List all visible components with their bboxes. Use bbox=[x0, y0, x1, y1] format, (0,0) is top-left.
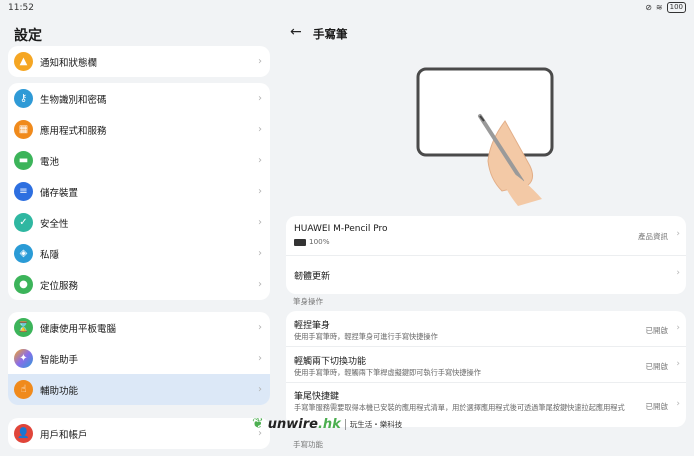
hourglass-icon: ⌛ bbox=[14, 318, 33, 337]
settings-group-1: ▲ 通知和狀態欄 › bbox=[8, 46, 270, 77]
stylus-illustration bbox=[416, 67, 554, 206]
option-status: 已開啟 bbox=[645, 362, 669, 371]
settings-group-2: ⚷ 生物識別和密碼 › ▦ 應用程式和服務 › ▬ 電池 › ≡ 儲存裝置 › … bbox=[8, 83, 270, 300]
chevron-right-icon: › bbox=[258, 186, 262, 197]
chevron-right-icon: › bbox=[258, 384, 262, 395]
watermark-tagline: 玩生活・樂科技 bbox=[344, 418, 402, 430]
sidebar-item-location[interactable]: ● 定位服務 › bbox=[8, 269, 270, 300]
chevron-right-icon: › bbox=[676, 399, 680, 409]
battery-icon: ▬ bbox=[14, 151, 33, 170]
bell-icon: ▲ bbox=[14, 52, 33, 71]
watermark-logo: ❦ unwire.hk 玩生活・樂科技 bbox=[252, 416, 402, 432]
apps-icon: ▦ bbox=[14, 120, 33, 139]
sidebar-item-apps[interactable]: ▦ 應用程式和服務 › bbox=[8, 114, 270, 145]
chevron-right-icon: › bbox=[258, 353, 262, 364]
sidebar-item-label: 儲存裝置 bbox=[40, 187, 79, 199]
option-status: 已開啟 bbox=[645, 402, 669, 411]
status-time: 11:52 bbox=[8, 3, 34, 13]
sidebar-item-label: 私隱 bbox=[40, 249, 60, 261]
chevron-right-icon: › bbox=[258, 279, 262, 290]
firmware-update-row[interactable]: 韌體更新 › bbox=[286, 256, 686, 294]
sidebar-item-label: 用戶和帳戶 bbox=[40, 429, 88, 441]
battery-indicator: 100 bbox=[666, 2, 686, 13]
chevron-right-icon: › bbox=[258, 124, 262, 135]
chevron-right-icon: › bbox=[258, 56, 262, 67]
battery-icon bbox=[294, 238, 306, 246]
leaf-icon: ❦ bbox=[252, 416, 264, 432]
chevron-right-icon: › bbox=[676, 323, 680, 333]
sidebar-item-label: 通知和狀態欄 bbox=[40, 57, 98, 69]
hand-icon: ☝ bbox=[14, 380, 33, 399]
storage-icon: ≡ bbox=[14, 182, 33, 201]
chevron-right-icon: › bbox=[258, 155, 262, 166]
chevron-right-icon: › bbox=[258, 217, 262, 228]
sidebar-item-accounts[interactable]: 👤 用戶和帳戶 › bbox=[8, 418, 270, 449]
option-status: 已開啟 bbox=[645, 326, 669, 335]
sidebar-item-security[interactable]: ✓ 安全性 › bbox=[8, 207, 270, 238]
option-description: 使用手寫筆時，輕捏筆身可進行手寫快捷操作 bbox=[294, 332, 438, 341]
sidebar-item-label: 安全性 bbox=[40, 218, 69, 230]
watermark-domain: .hk bbox=[317, 416, 341, 432]
page-title: 手寫筆 bbox=[313, 27, 348, 41]
privacy-icon: ◈ bbox=[14, 244, 33, 263]
option-title: 筆尾快捷鍵 bbox=[294, 392, 340, 402]
location-icon: ● bbox=[14, 275, 33, 294]
settings-group-3: ⌛ 健康使用平板電腦 › ✦ 智能助手 › ☝ 輔助功能 › bbox=[8, 312, 270, 405]
device-info-row[interactable]: HUAWEI M-Pencil Pro 100% 產品資訊 › bbox=[286, 216, 686, 256]
settings-group-4: 👤 用戶和帳戶 › bbox=[8, 418, 270, 449]
settings-sidebar: 設定 ▲ 通知和狀態欄 › ⚷ 生物識別和密碼 › ▦ 應用程式和服務 › ▬ … bbox=[0, 16, 278, 456]
back-arrow-icon[interactable]: ← bbox=[290, 24, 302, 40]
sidebar-item-storage[interactable]: ≡ 儲存裝置 › bbox=[8, 176, 270, 207]
sidebar-item-notifications[interactable]: ▲ 通知和狀態欄 › bbox=[8, 46, 270, 77]
sidebar-item-assistant[interactable]: ✦ 智能助手 › bbox=[8, 343, 270, 374]
double-tap-row[interactable]: 輕觸兩下切換功能 使用手寫筆時，輕觸兩下筆桿虛擬鍵即可執行手寫快捷操作 已開啟 … bbox=[286, 347, 686, 383]
wifi-icon: ≋ bbox=[655, 3, 663, 12]
page-title: 設定 bbox=[14, 28, 42, 44]
user-icon: 👤 bbox=[14, 424, 33, 443]
sidebar-item-battery[interactable]: ▬ 電池 › bbox=[8, 145, 270, 176]
option-description: 手寫筆服務需要取得本機已安裝的應用程式清單，用於選擇應用程式後可透過筆尾按鍵快速… bbox=[294, 403, 625, 412]
squeeze-row[interactable]: 輕捏筆身 使用手寫筆時，輕捏筆身可進行手寫快捷操作 已開啟 › bbox=[286, 311, 686, 347]
pen-operations-card: 輕捏筆身 使用手寫筆時，輕捏筆身可進行手寫快捷操作 已開啟 › 輕觸兩下切換功能… bbox=[286, 311, 686, 427]
option-title: 輕觸兩下切換功能 bbox=[294, 357, 367, 367]
alarm-icon: ⊘ bbox=[645, 3, 652, 12]
chevron-right-icon: › bbox=[258, 248, 262, 259]
status-bar: 11:52 ⊘ ≋ 100 bbox=[0, 0, 694, 16]
chevron-right-icon: › bbox=[258, 322, 262, 333]
chevron-right-icon: › bbox=[258, 93, 262, 104]
device-card: HUAWEI M-Pencil Pro 100% 產品資訊 › 韌體更新 › bbox=[286, 216, 686, 294]
sidebar-item-accessibility[interactable]: ☝ 輔助功能 › bbox=[8, 374, 270, 405]
sidebar-item-label: 電池 bbox=[40, 156, 60, 168]
watermark-brand: unwire bbox=[267, 416, 318, 432]
sidebar-item-label: 應用程式和服務 bbox=[40, 125, 107, 137]
sidebar-item-label: 智能助手 bbox=[40, 354, 79, 366]
assistant-icon: ✦ bbox=[14, 349, 33, 368]
stylus-settings-panel: ← 手寫筆 HUAWEI M-Pencil Pro 100% 產品資訊 › 韌體… bbox=[280, 16, 694, 456]
option-title: 輕捏筆身 bbox=[294, 321, 331, 331]
sidebar-item-label: 輔助功能 bbox=[40, 385, 79, 397]
sidebar-item-digital-balance[interactable]: ⌛ 健康使用平板電腦 › bbox=[8, 312, 270, 343]
chevron-right-icon: › bbox=[676, 359, 680, 369]
sidebar-item-label: 生物識別和密碼 bbox=[40, 94, 107, 106]
section-header-pen-operations: 筆身操作 bbox=[293, 297, 323, 306]
product-info-link: 產品資訊 bbox=[638, 232, 668, 241]
sidebar-item-label: 健康使用平板電腦 bbox=[40, 323, 117, 335]
option-description: 使用手寫筆時，輕觸兩下筆桿虛擬鍵即可執行手寫快捷操作 bbox=[294, 368, 481, 377]
sidebar-item-biometrics[interactable]: ⚷ 生物識別和密碼 › bbox=[8, 83, 270, 114]
shield-icon: ✓ bbox=[14, 213, 33, 232]
firmware-update-label: 韌體更新 bbox=[294, 272, 331, 282]
key-icon: ⚷ bbox=[14, 89, 33, 108]
chevron-right-icon: › bbox=[676, 229, 680, 239]
sidebar-item-privacy[interactable]: ◈ 私隱 › bbox=[8, 238, 270, 269]
chevron-right-icon: › bbox=[676, 268, 680, 278]
section-header-handwriting: 手寫功能 bbox=[293, 440, 323, 449]
device-battery: 100% bbox=[309, 237, 330, 246]
device-name: HUAWEI M-Pencil Pro bbox=[294, 224, 388, 234]
sidebar-item-label: 定位服務 bbox=[40, 280, 79, 292]
